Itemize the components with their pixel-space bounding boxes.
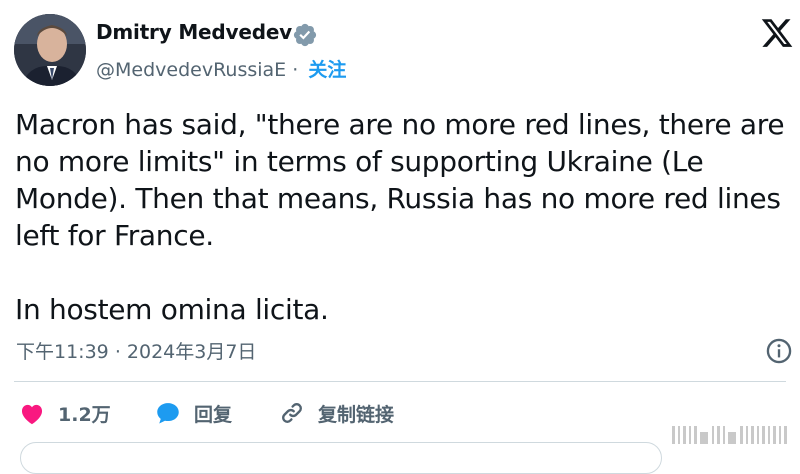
display-name[interactable]: Dmitry Medvedev xyxy=(96,20,292,44)
tweet-date: 2024年3月7日 xyxy=(126,341,257,363)
tweet-time: 下午11:39 xyxy=(16,341,109,363)
link-icon xyxy=(282,403,302,423)
reply-box[interactable] xyxy=(20,442,662,474)
avatar[interactable] xyxy=(14,14,86,86)
tweet-paragraph: In hostem omina licita. xyxy=(15,293,329,326)
tweet-text: Macron has said, "there are no more red … xyxy=(15,106,785,328)
tweet-timestamp[interactable]: 下午11:39 · 2024年3月7日 xyxy=(16,337,256,364)
handle-separator: · xyxy=(292,59,299,81)
verified-badge-icon xyxy=(293,23,317,47)
copy-link-label: 复制链接 xyxy=(318,403,395,426)
x-logo-icon[interactable] xyxy=(760,16,794,50)
handle-row: @MedvedevRussiaE · 关注 xyxy=(96,55,346,82)
follow-button[interactable]: 关注 xyxy=(308,59,346,81)
info-icon[interactable] xyxy=(765,337,793,365)
like-button[interactable]: 1.2万 xyxy=(18,396,111,430)
divider xyxy=(14,381,786,382)
watermark-graphic xyxy=(672,426,787,444)
heart-icon xyxy=(21,404,43,425)
reply-label: 回复 xyxy=(194,403,233,426)
copy-link-button[interactable]: 复制链接 xyxy=(278,396,394,430)
avatar-image xyxy=(14,14,86,86)
speech-bubble-icon xyxy=(157,403,179,424)
timestamp-separator: · xyxy=(114,341,121,363)
reply-button[interactable]: 回复 xyxy=(154,396,232,430)
handle[interactable]: @MedvedevRussiaE xyxy=(96,59,286,81)
tweet-paragraph: Macron has said, "there are no more red … xyxy=(15,108,785,252)
like-count: 1.2万 xyxy=(58,403,111,426)
